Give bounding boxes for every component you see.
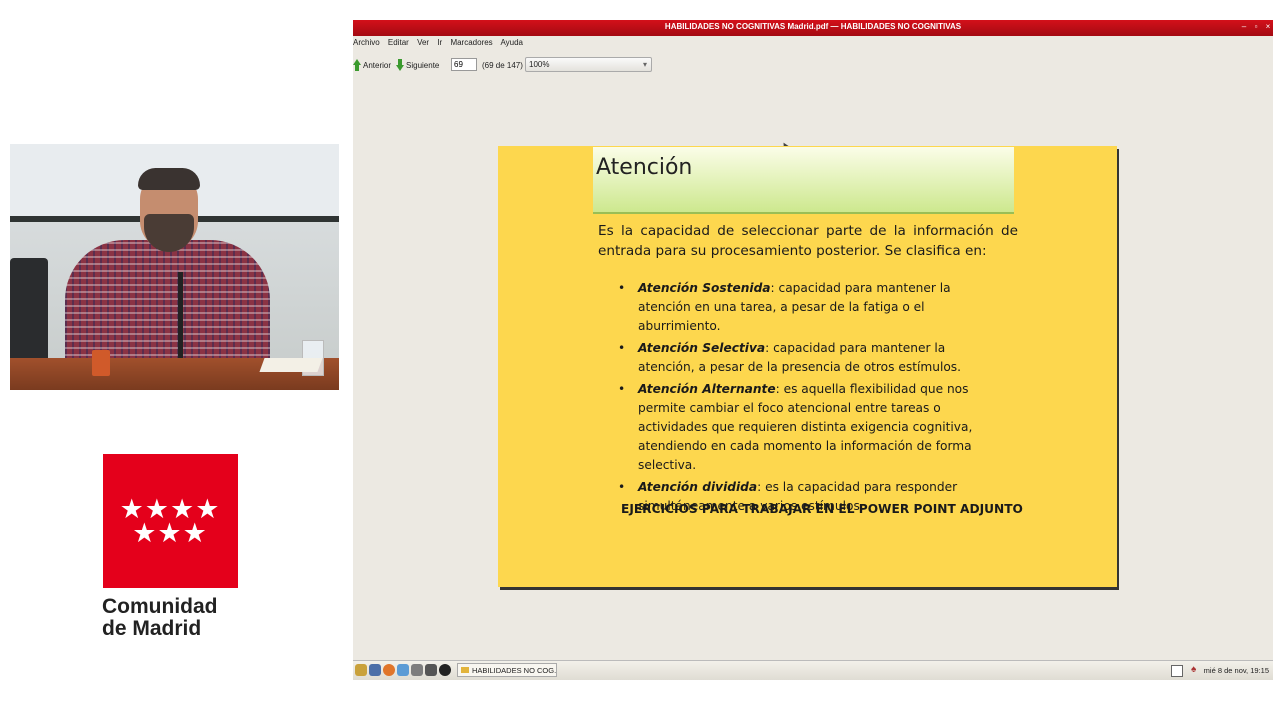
menu-archivo[interactable]: Archivo — [353, 38, 380, 47]
menu-ir[interactable]: Ir — [437, 38, 442, 47]
list-item-term: Atención Selectiva — [638, 341, 766, 355]
camera-icon[interactable] — [439, 664, 451, 676]
slide-title: Atención — [596, 155, 693, 180]
window-titlebar[interactable]: HABILIDADES NO COGNITIVAS Madrid.pdf — H… — [353, 20, 1273, 36]
webcam-chair — [10, 258, 48, 368]
presenter-webcam — [10, 144, 339, 390]
pdf-viewer-window: HABILIDADES NO COGNITIVAS Madrid.pdf — H… — [353, 20, 1273, 680]
bullet-icon: • — [618, 281, 626, 295]
network-icon[interactable] — [397, 664, 409, 676]
bullet-icon: • — [618, 480, 626, 494]
previous-page-label: Anterior — [363, 60, 392, 70]
logo-text-line2: de Madrid — [102, 617, 202, 640]
close-icon[interactable]: × — [1263, 22, 1273, 32]
folder-icon — [461, 667, 469, 673]
slide-footer: EJERCICIOS PARA TRABAJAR EN EL POWER POI… — [621, 502, 1023, 516]
user-icon[interactable]: ♠ — [1191, 664, 1201, 676]
list-item: • Atención Sostenida: capacidad para man… — [616, 279, 1001, 336]
arrow-up-icon — [353, 59, 361, 71]
taskbar-window-label: HABILIDADES NO COG... — [472, 666, 557, 675]
webcam-cup — [92, 350, 110, 376]
previous-page-button[interactable]: Anterior — [353, 59, 391, 71]
list-item-term: Atención Alternante — [638, 382, 776, 396]
menu-ver[interactable]: Ver — [417, 38, 429, 47]
terminal-icon[interactable] — [369, 664, 381, 676]
logo-text-line1: Comunidad — [102, 595, 218, 618]
microphone — [178, 272, 183, 364]
webcam-paper — [259, 358, 323, 372]
list-item: • Atención Alternante: es aquella flexib… — [616, 380, 1001, 475]
logo-text: Comunidad de Madrid — [102, 596, 262, 640]
firefox-icon[interactable] — [383, 664, 395, 676]
list-item: • Atención Selectiva: capacidad para man… — [616, 339, 1001, 377]
zoom-value: 100% — [529, 60, 550, 69]
zoom-select[interactable]: 100% ▾ — [525, 57, 652, 72]
next-page-label: Siguiente — [406, 60, 440, 70]
clock[interactable]: mié 8 de nov, 19:15 — [1204, 666, 1269, 675]
slide-intro: Es la capacidad de seleccionar parte de … — [598, 223, 1018, 259]
volume-icon[interactable] — [1171, 665, 1183, 677]
files-icon[interactable] — [355, 664, 367, 676]
bullet-icon: • — [618, 382, 626, 396]
taskbar: HABILIDADES NO COG... ♠ mié 8 de nov, 19… — [353, 660, 1273, 680]
menu-editar[interactable]: Editar — [388, 38, 409, 47]
media-icon[interactable] — [425, 664, 437, 676]
presenter-hair — [138, 168, 200, 190]
bullet-icon: • — [618, 341, 626, 355]
page-number-input[interactable] — [451, 58, 477, 71]
list-item-term: Atención Sostenida — [638, 281, 771, 295]
window-title: HABILIDADES NO COGNITIVAS Madrid.pdf — H… — [664, 22, 962, 31]
comunidad-de-madrid-logo: ★★★★ ★★★ — [103, 454, 238, 588]
menu-bar: Archivo Editar Ver Ir Marcadores Ayuda — [353, 38, 529, 52]
slide-title-band: Atención — [593, 147, 1014, 214]
page-count: (69 de 147) — [482, 61, 523, 70]
toolbar: Anterior Siguiente (69 de 147) 100% ▾ — [353, 56, 1273, 76]
minimize-icon[interactable]: – — [1239, 22, 1249, 32]
chevron-down-icon: ▾ — [642, 60, 647, 69]
document-icon[interactable] — [411, 664, 423, 676]
taskbar-window-button[interactable]: HABILIDADES NO COG... — [457, 663, 557, 677]
menu-ayuda[interactable]: Ayuda — [500, 38, 523, 47]
next-page-button[interactable]: Siguiente — [396, 59, 439, 71]
menu-marcadores[interactable]: Marcadores — [450, 38, 492, 47]
maximize-icon[interactable]: ▫ — [1251, 22, 1261, 32]
pdf-page: Atención Es la capacidad de seleccionar … — [498, 146, 1117, 587]
slide-bullet-list: • Atención Sostenida: capacidad para man… — [616, 279, 1001, 519]
list-item-term: Atención dividida — [638, 480, 758, 494]
arrow-down-icon — [396, 59, 404, 71]
logo-stars: ★★★★ ★★★ — [119, 494, 221, 549]
